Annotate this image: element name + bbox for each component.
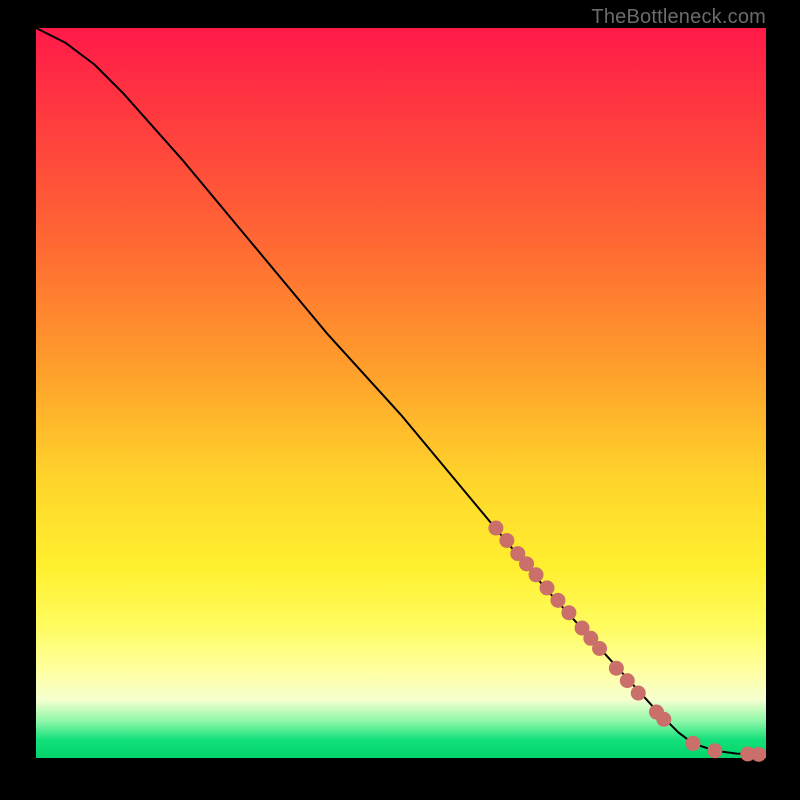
data-marker [752,747,766,761]
data-marker [500,533,514,547]
plot-area [36,28,766,758]
data-marker [631,686,645,700]
marker-group [489,521,766,761]
data-marker [520,557,534,571]
data-marker [562,606,576,620]
data-marker [593,642,607,656]
chart-frame: TheBottleneck.com [0,0,800,800]
bottleneck-curve [36,28,759,754]
chart-svg [36,28,766,758]
data-marker [708,744,722,758]
data-marker [540,581,554,595]
data-marker [489,521,503,535]
watermark-text: TheBottleneck.com [591,6,766,29]
data-marker [686,736,700,750]
data-marker [529,568,543,582]
data-marker [657,712,671,726]
data-marker [551,593,565,607]
data-marker [609,661,623,675]
data-marker [620,674,634,688]
